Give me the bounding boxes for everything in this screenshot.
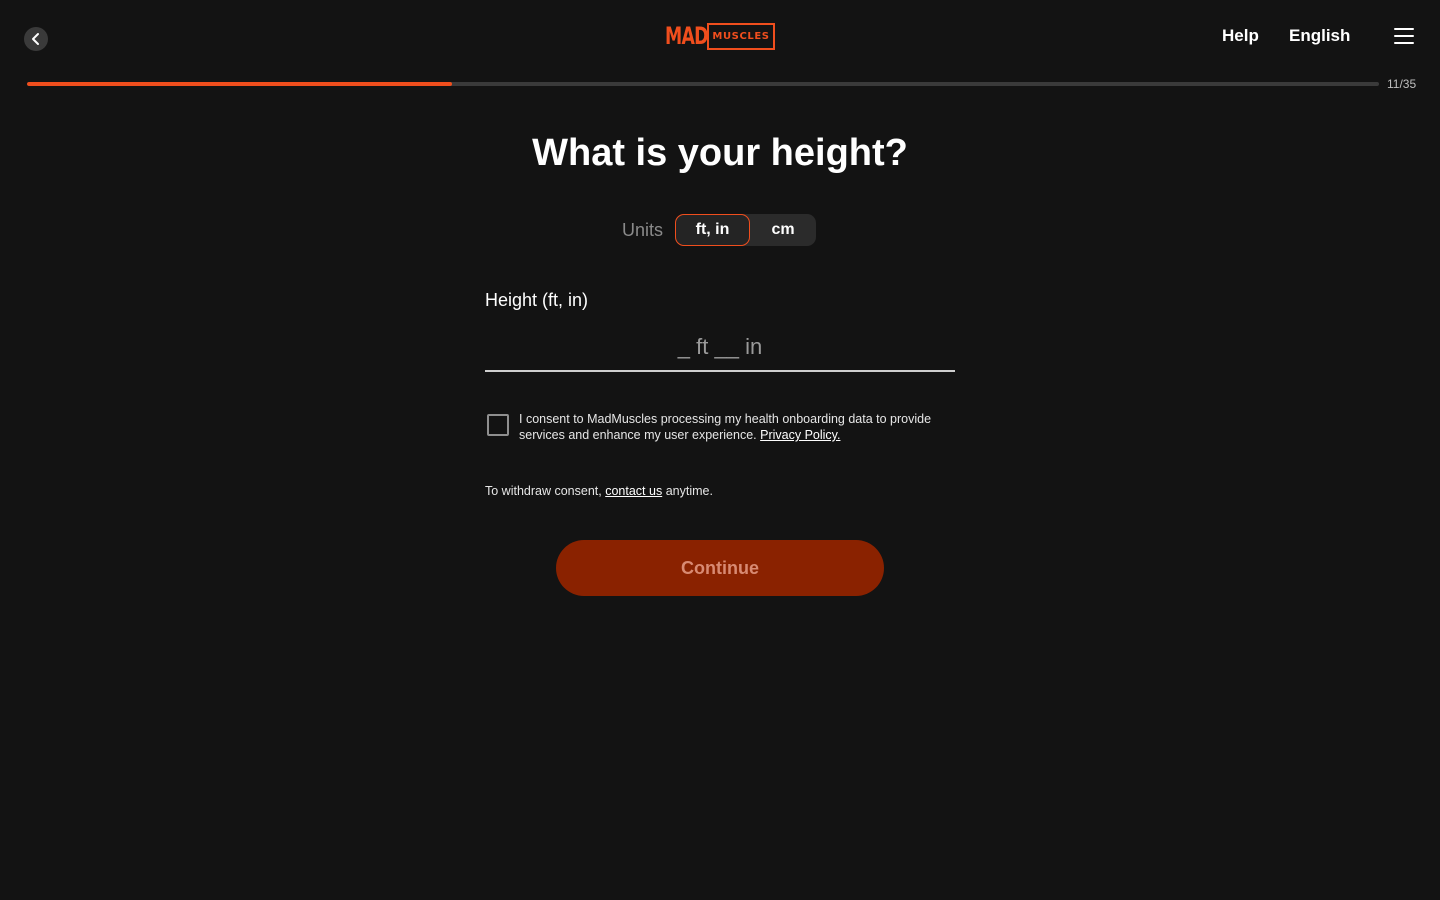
unit-option-ft-in[interactable]: ft, in — [675, 214, 751, 246]
consent-statement: I consent to MadMuscles processing my he… — [519, 412, 932, 442]
language-selector[interactable]: English — [1289, 25, 1350, 47]
unit-option-cm[interactable]: cm — [750, 214, 816, 246]
header: MAD MUSCLES Help English — [0, 0, 1440, 72]
logo: MAD MUSCLES — [665, 22, 775, 50]
back-button[interactable] — [24, 27, 48, 51]
height-input[interactable] — [485, 324, 955, 372]
consent-row: I consent to MadMuscles processing my he… — [485, 411, 955, 443]
privacy-policy-link[interactable]: Privacy Policy. — [760, 428, 840, 442]
continue-button[interactable]: Continue — [556, 540, 884, 596]
page-title: What is your height? — [532, 132, 908, 174]
withdraw-suffix: anytime. — [665, 484, 713, 498]
withdraw-prefix: To withdraw consent, — [485, 484, 602, 498]
height-field-label: Height (ft, in) — [485, 290, 589, 310]
progress-bar — [27, 82, 1379, 86]
contact-us-link[interactable]: contact us — [605, 484, 662, 498]
logo-mad-text: MAD — [665, 22, 708, 50]
units-toggle: ft, in cm — [675, 214, 817, 246]
consent-text: I consent to MadMuscles processing my he… — [519, 411, 955, 443]
units-selector: Units ft, in cm — [622, 214, 817, 246]
help-link[interactable]: Help — [1222, 25, 1259, 47]
chevron-left-icon — [32, 33, 39, 45]
consent-checkbox[interactable] — [487, 414, 509, 436]
progress-count: 11/35 — [1387, 77, 1417, 91]
menu-button[interactable] — [1394, 28, 1414, 44]
units-label: Units — [622, 219, 664, 240]
logo-muscles-text: MUSCLES — [707, 22, 775, 50]
progress-bar-fill — [27, 82, 452, 86]
withdraw-consent-text: To withdraw consent, contact us anytime. — [485, 483, 713, 499]
